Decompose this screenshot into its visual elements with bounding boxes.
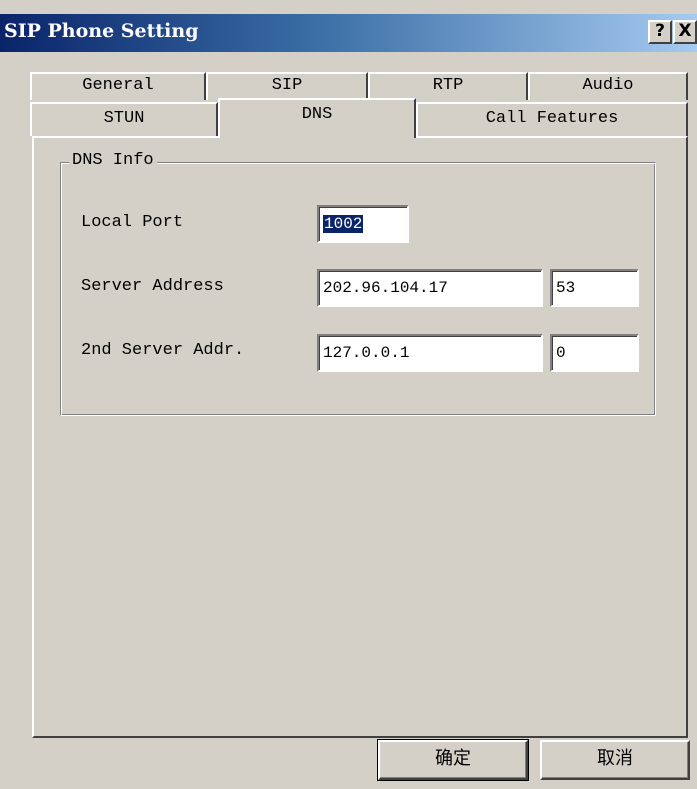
tab-general[interactable]: General [30,72,206,100]
window-title: SIP Phone Setting [4,20,199,42]
server-port-input[interactable]: 53 [550,269,639,307]
sip-phone-setting-dialog: SIP Phone Setting ? X General SIP RTP Au… [0,0,697,789]
help-button[interactable]: ? [648,20,672,44]
local-port-input[interactable]: 1002 [317,205,409,243]
local-port-label: Local Port [81,213,184,232]
close-button[interactable]: X [673,20,697,44]
second-server-port-input[interactable]: 0 [550,334,639,372]
second-server-input[interactable]: 127.0.0.1 [317,334,543,372]
dns-info-group: DNS Info Local Port 1002 Server Address … [60,151,656,416]
tab-rtp[interactable]: RTP [368,72,528,100]
tab-audio[interactable]: Audio [528,72,688,100]
second-server-label: 2nd Server Addr. [81,341,245,360]
dns-tab-panel: DNS Info Local Port 1002 Server Address … [32,136,688,738]
server-address-label: Server Address [81,277,224,296]
local-port-value: 1002 [323,215,364,233]
ok-button[interactable]: 确定 [377,739,529,781]
tab-dns[interactable]: DNS [218,98,416,138]
cancel-button[interactable]: 取消 [540,740,690,780]
server-address-input[interactable]: 202.96.104.17 [317,269,543,307]
tab-call-features[interactable]: Call Features [416,102,688,136]
dns-info-group-title: DNS Info [69,151,157,170]
tab-sip[interactable]: SIP [206,72,368,100]
title-bar[interactable]: SIP Phone Setting ? X [0,14,697,52]
tab-stun[interactable]: STUN [30,102,218,136]
